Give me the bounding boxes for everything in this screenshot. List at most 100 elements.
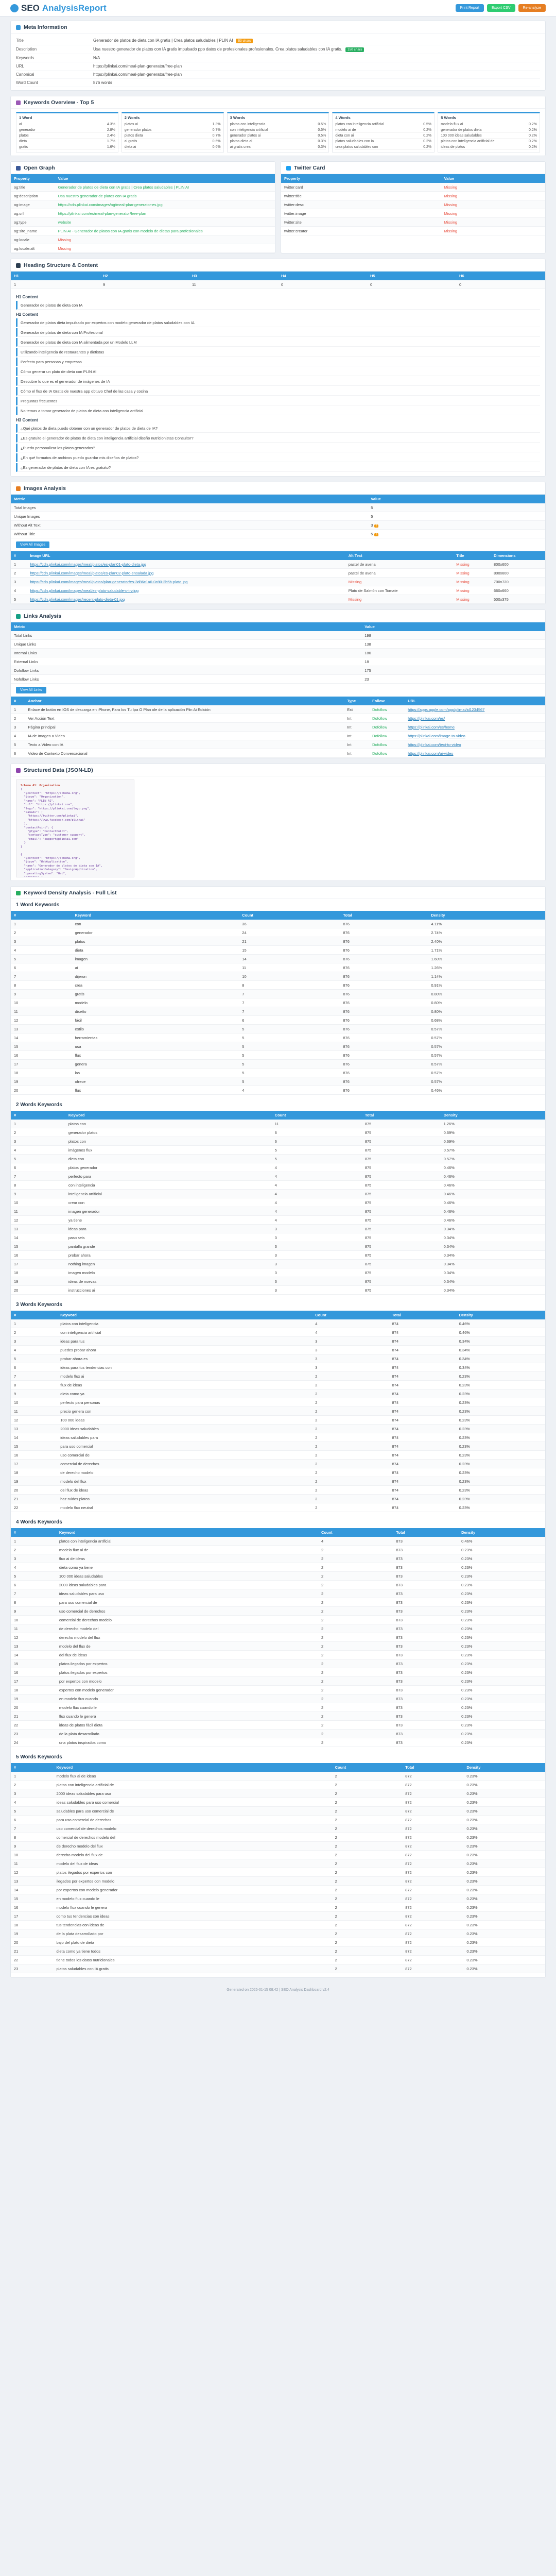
table-cell: 873: [393, 1711, 459, 1721]
header-button[interactable]: Export CSV: [487, 4, 515, 12]
table-cell: probar ahora: [65, 1250, 272, 1260]
table-cell: ilegados por expertos con modelo: [53, 1876, 332, 1886]
column-header: H6: [456, 272, 545, 280]
table-row: 18 tus tendencias con ideas de 2 872 0.23%: [11, 1920, 545, 1929]
table-cell: 872: [402, 1929, 464, 1938]
table-cell: por expertos con modelo generador: [53, 1885, 332, 1894]
kwov-item: gratis 1.6%: [19, 144, 115, 150]
table-row: og:locale Missing: [11, 235, 275, 244]
table-cell[interactable]: https://cdn.plinkai.com/images/meal/plat…: [27, 577, 345, 586]
table-cell: 874: [389, 1442, 456, 1451]
table-cell: Dofollow: [369, 731, 405, 740]
table-cell: 9: [11, 1189, 65, 1198]
kwov-keyword: crea platos saludables con: [335, 145, 378, 149]
heading-group-label: H3 Content: [16, 418, 38, 422]
column-header: Alt Text: [345, 551, 454, 560]
table-cell: 11: [239, 963, 340, 972]
table-cell: de derecho modelo del flux: [53, 1841, 332, 1851]
kwov-item: crea platos saludables con 0.2%: [335, 144, 432, 150]
table-cell: 0.34%: [456, 1345, 545, 1354]
kwov-item: 100 000 ideas saludables 0.2%: [441, 133, 537, 139]
table-cell: 3!: [368, 520, 545, 530]
table-cell: 5: [239, 1059, 340, 1069]
table-cell: platos ilegados por expertos: [56, 1668, 318, 1677]
table-cell: 872: [402, 1946, 464, 1956]
table-cell: flux de ideas: [57, 1380, 312, 1389]
table-cell: 3: [312, 1354, 389, 1363]
table-row: 1 9 11 0 0 0: [11, 280, 545, 289]
table-cell[interactable]: https://plinkai.com/ai-video: [405, 749, 545, 758]
table-row: 6 ideas para tus tendencias con 3 874 0.34%: [11, 1363, 545, 1372]
table-cell: 7: [239, 989, 340, 998]
table-cell[interactable]: https://apps.apple.com/app/plin-ai/id123…: [405, 705, 545, 714]
view-all-images-button[interactable]: View All Images: [16, 541, 50, 548]
table-cell: 4: [271, 1215, 362, 1225]
view-all-links-button[interactable]: View All Links: [16, 687, 46, 693]
table-cell: 17: [11, 1259, 65, 1268]
table-row: 22 tiene todos los datos nutricionales 2 87…: [11, 1955, 545, 1964]
table-cell: 873: [393, 1694, 459, 1703]
table-cell: 0.23%: [463, 1938, 545, 1947]
column-header: H2: [100, 272, 189, 280]
table-cell: 0.23%: [463, 1780, 545, 1789]
table-cell: 0.23%: [458, 1659, 545, 1668]
table-cell: 0.23%: [463, 1876, 545, 1886]
table-cell: 4: [271, 1163, 362, 1172]
table-cell[interactable]: https://cdn.plinkai.com/images/meal/es-p…: [27, 586, 345, 595]
table-row: og:site_name PLIN AI - Generador de plato…: [11, 226, 275, 235]
table-row: 5 Texto a Video con IA Int Dofollow https://…: [11, 740, 545, 749]
table-row: 15 pantalla grande 3 875 0.34%: [11, 1242, 545, 1251]
header-button[interactable]: Print Report: [455, 4, 484, 12]
table-row: 19 de la plata desarrollado por 2 872 0.23%: [11, 1929, 545, 1938]
table-cell: 0.23%: [463, 1824, 545, 1833]
table-row: 6 ai 11 876 1.26%: [11, 963, 545, 972]
table-cell[interactable]: https://cdn.plinkai.com/images/recent-pl…: [27, 595, 345, 604]
table-cell: 6: [11, 1815, 54, 1824]
table-cell: Missing: [453, 586, 491, 595]
table-cell[interactable]: https://cdn.plinkai.com/images/meal/plat…: [27, 560, 345, 569]
table-cell: 5: [11, 954, 72, 963]
table-cell: 1.14%: [428, 972, 545, 981]
table-cell: para uso comercial de derechos: [53, 1815, 332, 1824]
table-cell[interactable]: https://plinkai.com/es/home: [405, 722, 545, 732]
table-cell: instrucciones ai: [65, 1285, 272, 1295]
kwov-column-title: 5 Words: [441, 115, 456, 120]
table-row: 16 modelo flux cuando le genera 2 872 0.23%: [11, 1903, 545, 1912]
table-cell: 2: [332, 1885, 403, 1894]
table-cell: 872: [402, 1885, 464, 1894]
header-button[interactable]: Re-analyze: [518, 4, 546, 12]
table-cell[interactable]: https://plinkai.com/image-to-video: [405, 731, 545, 740]
table-cell: 0.57%: [428, 1042, 545, 1051]
table-cell: Missing: [453, 595, 491, 604]
column-header: #: [11, 1111, 65, 1120]
column-header: Density: [440, 1111, 545, 1120]
table-row: 2 con inteligencia artificial 4 874 0.46%: [11, 1328, 545, 1337]
table-cell[interactable]: https://plinkai.com/es/: [405, 714, 545, 723]
table-cell: 2: [312, 1485, 389, 1495]
table-cell: twitter:image: [281, 209, 441, 218]
table-cell: Missing: [441, 217, 545, 227]
schema-title: Structured Data (JSON-LD): [24, 767, 93, 773]
table-cell: 9: [11, 1606, 56, 1616]
table-cell: 872: [402, 1824, 464, 1833]
table-row: 3 Página principal Int Dofollow https://plin…: [11, 722, 545, 732]
image-list-table: # Image URL Alt Text Title Dimensions 1 https:…: [11, 551, 545, 604]
table-cell: 2: [312, 1433, 389, 1442]
table-cell: 3: [312, 1336, 389, 1346]
table-cell: 2: [332, 1824, 403, 1833]
table-cell: 8: [11, 1180, 65, 1190]
table-cell: 1: [11, 280, 100, 289]
table-row: 1 platos con 11 875 1.26%: [11, 1120, 545, 1128]
table-cell[interactable]: https://plinkai.com/text-to-video: [405, 740, 545, 749]
table-cell: 875: [361, 1128, 441, 1137]
table-row: 2 Ver Acción Text Int Dofollow https://plink…: [11, 714, 545, 723]
kwov-item: dieta ai 0.6%: [124, 144, 221, 150]
table-cell: 4: [11, 731, 25, 740]
table-cell: 0.23%: [463, 1789, 545, 1798]
table-cell: pastel de avena: [345, 560, 454, 569]
og-table: Property Value og:title Generador de platos…: [11, 174, 275, 253]
meta-value: Generador de platos de dieta con IA grat…: [93, 38, 253, 43]
column-header: #: [11, 1763, 54, 1772]
table-cell[interactable]: https://cdn.plinkai.com/images/meal/plat…: [27, 568, 345, 578]
meta-value: https://plinkai.com/meal-plan-generator/…: [93, 64, 182, 69]
